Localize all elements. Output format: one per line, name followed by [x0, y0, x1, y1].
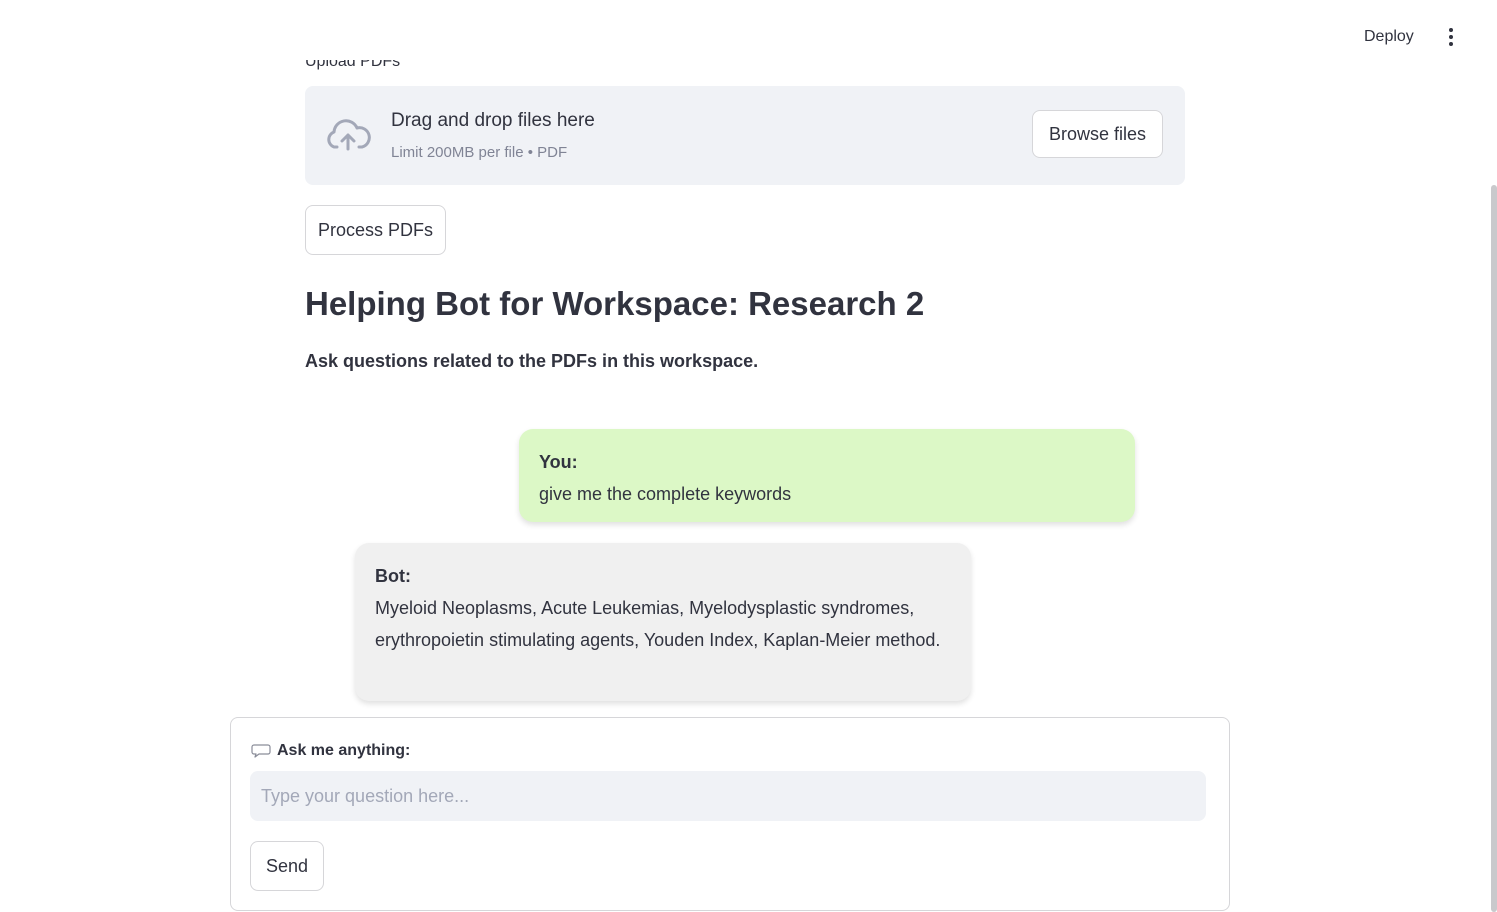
process-pdfs-button[interactable]: Process PDFs — [305, 205, 446, 255]
user-message-text: give me the complete keywords — [539, 484, 792, 504]
deploy-button[interactable]: Deploy — [1354, 22, 1424, 52]
bot-message-bubble: Bot: Myeloid Neoplasms, Acute Leukemias,… — [355, 543, 971, 701]
browse-files-button[interactable]: Browse files — [1032, 110, 1163, 158]
file-dropzone[interactable]: Drag and drop files here Limit 200MB per… — [305, 86, 1185, 185]
dropzone-title: Drag and drop files here — [391, 110, 595, 131]
page-subtitle: Ask questions related to the PDFs in thi… — [305, 351, 759, 371]
user-sender-label: You: — [539, 452, 578, 472]
scrollbar-thumb[interactable] — [1491, 185, 1497, 912]
app-root: Upload PDFs Deploy Drag and drop files h… — [0, 0, 1497, 912]
user-message-bubble: You: give me the complete keywords — [519, 429, 1135, 522]
page-title: Helping Bot for Workspace: Research 2 — [305, 285, 925, 322]
question-label: Ask me anything: — [251, 742, 410, 760]
send-button[interactable]: Send — [250, 841, 324, 891]
top-header: Deploy — [0, 0, 1497, 60]
dropzone-limit: Limit 200MB per file • PDF — [391, 144, 568, 161]
speech-bubble-icon — [251, 744, 271, 758]
question-input[interactable] — [250, 771, 1206, 821]
kebab-menu-icon[interactable] — [1440, 22, 1462, 52]
question-form: Ask me anything: Send — [230, 717, 1230, 911]
bot-message-text: Myeloid Neoplasms, Acute Leukemias, Myel… — [375, 598, 941, 650]
cloud-upload-icon — [327, 119, 371, 151]
question-label-text: Ask me anything: — [277, 742, 411, 759]
bot-sender-label: Bot: — [375, 566, 411, 586]
